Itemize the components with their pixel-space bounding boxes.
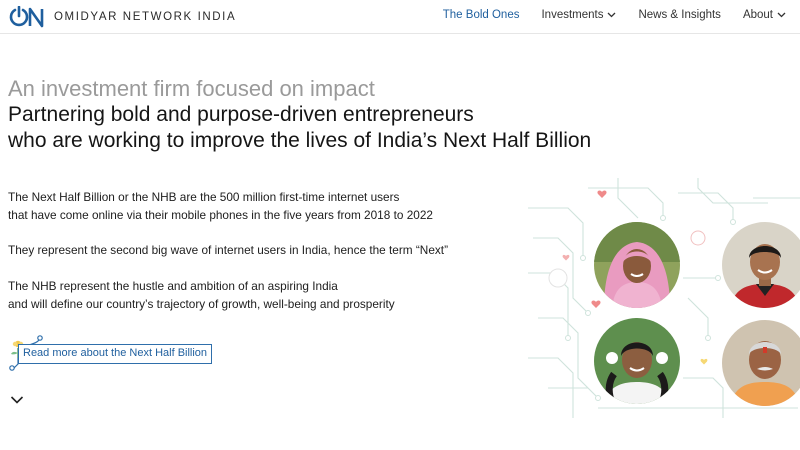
- nav-item-label: About: [742, 9, 773, 21]
- brand-name: OMIDYAR NETWORK INDIA: [54, 11, 237, 23]
- paragraph-line: The Next Half Billion or the NHB are the…: [8, 190, 400, 204]
- nhb-ambition-paragraph: The NHB represent the hustle and ambitio…: [8, 277, 528, 313]
- nav-item-label: News & Insights: [638, 9, 721, 21]
- paragraph-line: They represent the second big wave of in…: [8, 243, 448, 257]
- nav-item-news-insights[interactable]: News & Insights: [638, 9, 720, 21]
- chevron-down-icon[interactable]: [10, 395, 24, 405]
- omidyar-logo-icon: [9, 6, 44, 28]
- paragraph-line: and will define our country’s trajectory…: [8, 297, 395, 311]
- paragraph-line: that have come online via their mobile p…: [8, 208, 433, 222]
- nav-item-investments[interactable]: Investments: [541, 9, 616, 21]
- hero-tagline: An investment firm focused on impact: [8, 76, 375, 101]
- chevron-down-icon: [777, 12, 786, 18]
- read-more-cta: Read more about the Next Half Billion: [6, 334, 236, 374]
- headline-line: who are working to improve the lives of …: [8, 129, 592, 152]
- portrait-schoolgirl-braids: [594, 318, 680, 404]
- nhb-next-paragraph: They represent the second big wave of in…: [8, 241, 528, 259]
- portrait-older-man-mustache: [722, 320, 800, 406]
- read-more-nhb-link[interactable]: Read more about the Next Half Billion: [18, 344, 213, 364]
- nhb-portraits-artwork: [528, 178, 800, 418]
- portrait-young-man-red-shirt: [722, 222, 800, 308]
- headline-line: Partnering bold and purpose-driven entre…: [8, 103, 474, 126]
- hero-headline: Partnering bold and purpose-driven entre…: [8, 102, 708, 154]
- nav-item-label: The Bold Ones: [442, 9, 520, 21]
- nav-item-the-bold-ones[interactable]: The Bold Ones: [443, 9, 520, 21]
- portrait-woman-pink-scarf: [594, 222, 680, 308]
- chevron-down-icon: [608, 12, 616, 18]
- brand-logo[interactable]: OMIDYAR NETWORK INDIA: [8, 6, 236, 28]
- site-header: OMIDYAR NETWORK INDIA The Bold Ones Inve…: [0, 0, 800, 34]
- nav-item-about[interactable]: About: [743, 9, 786, 21]
- main-nav: The Bold Ones Investments News & Insight…: [421, 9, 786, 21]
- paragraph-line: The NHB represent the hustle and ambitio…: [8, 279, 338, 293]
- nav-item-label: Investments: [541, 9, 604, 21]
- nhb-definition-paragraph: The Next Half Billion or the NHB are the…: [8, 188, 528, 224]
